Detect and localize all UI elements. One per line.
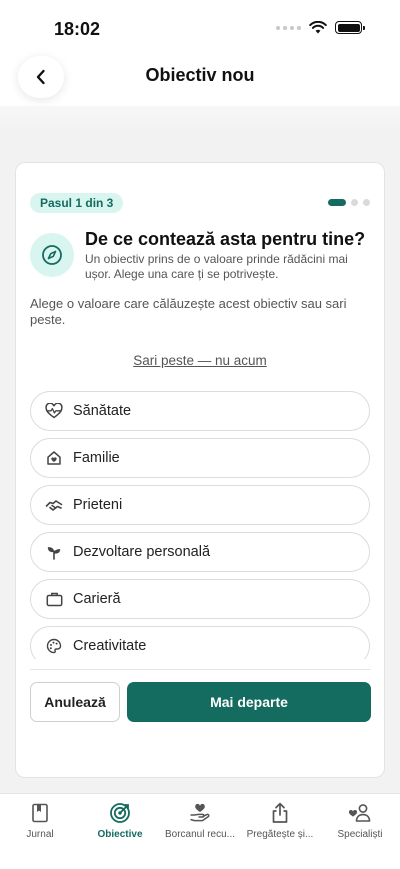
home-icon xyxy=(45,449,63,467)
battery-icon xyxy=(335,21,365,34)
cancel-button[interactable]: Anulează xyxy=(30,682,120,722)
nav-shadow xyxy=(0,106,400,130)
status-time: 18:02 xyxy=(54,19,101,39)
step-indicator xyxy=(328,199,370,206)
tab-label: Borcanul recu... xyxy=(164,829,236,840)
value-option-family[interactable]: Familie xyxy=(30,438,370,478)
briefcase-icon xyxy=(45,590,63,608)
specialists-icon xyxy=(320,802,400,824)
continue-button[interactable]: Mai departe xyxy=(127,682,371,722)
tab-goals[interactable]: Obiective xyxy=(80,802,160,840)
value-option-label: Sănătate xyxy=(73,403,132,419)
value-option-career[interactable]: Carieră xyxy=(30,579,370,619)
tab-label: Specialiști xyxy=(337,829,383,840)
tab-label: Jurnal xyxy=(26,829,54,840)
tab-specialists[interactable]: Specialiști xyxy=(320,802,400,840)
value-option-label: Creativitate xyxy=(73,638,147,654)
skip-link[interactable]: Sari peste — nu acum xyxy=(16,353,384,368)
step-badge: Pasul 1 din 3 xyxy=(30,193,124,213)
cellular-icon xyxy=(276,25,301,30)
navigation-bar: Obiectiv nou xyxy=(0,56,400,106)
compass-icon xyxy=(30,233,74,277)
value-option-label: Prieteni xyxy=(73,497,123,513)
step-dot xyxy=(363,199,370,206)
share-icon xyxy=(240,802,320,824)
journal-icon xyxy=(0,802,80,824)
card-title: De ce contează asta pentru tine? xyxy=(85,229,366,249)
hand-heart-icon xyxy=(160,802,240,824)
value-option-label: Familie xyxy=(73,450,120,466)
tab-bar: Jurnal Obiective Borcanul recu... Pregăt… xyxy=(0,793,400,869)
value-option-label: Carieră xyxy=(73,591,121,607)
target-icon xyxy=(80,802,160,824)
tab-prepare[interactable]: Pregătește și... xyxy=(240,802,320,840)
handshake-icon xyxy=(45,496,63,514)
value-option-label: Dezvoltare personală xyxy=(73,544,211,560)
divider xyxy=(30,669,371,670)
value-option-creativity[interactable]: Creativitate xyxy=(30,626,370,659)
instruction-text: Alege o valoare care călăuzește acest ob… xyxy=(30,296,347,327)
value-option-friends[interactable]: Prieteni xyxy=(30,485,370,525)
value-option-health[interactable]: Sănătate xyxy=(30,391,370,431)
tab-label: Obiective xyxy=(97,829,143,840)
status-bar: 18:02 xyxy=(0,0,400,56)
wifi-icon xyxy=(309,21,327,34)
values-list[interactable]: Sănătate Familie Prieteni Dezvoltare per… xyxy=(30,391,371,659)
card-subtitle: Un obiectiv prins de o valoare prinde ră… xyxy=(85,252,348,281)
value-selection-card: Pasul 1 din 3 De ce contează asta pentru… xyxy=(15,162,385,778)
status-icons xyxy=(276,21,365,34)
tab-gratitude-jar[interactable]: Borcanul recu... xyxy=(160,802,240,840)
value-option-personal-growth[interactable]: Dezvoltare personală xyxy=(30,532,370,572)
step-dot xyxy=(351,199,358,206)
tab-journal[interactable]: Jurnal xyxy=(0,802,80,840)
heart-pulse-icon xyxy=(45,402,63,420)
page-title: Obiectiv nou xyxy=(145,65,255,85)
palette-icon xyxy=(45,637,63,655)
sprout-icon xyxy=(45,543,63,561)
tab-label: Pregătește și... xyxy=(246,829,314,840)
step-dot-active xyxy=(328,199,346,206)
